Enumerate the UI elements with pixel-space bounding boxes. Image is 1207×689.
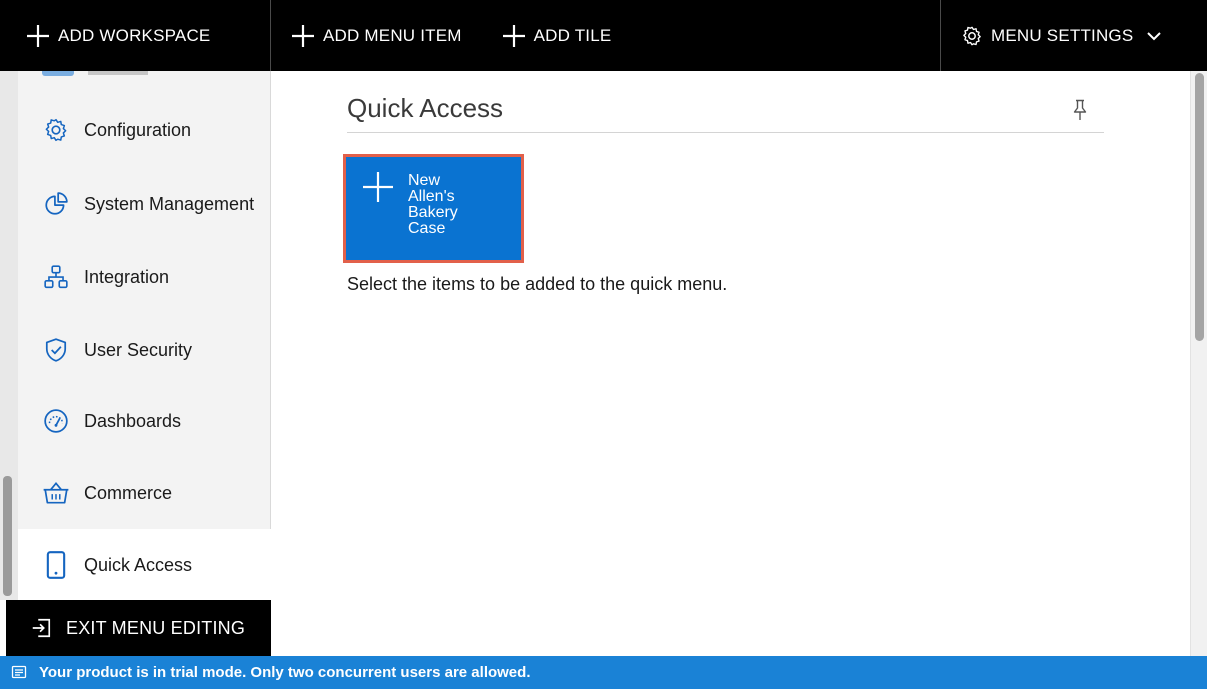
plus-icon — [292, 24, 314, 47]
add-menu-item-button[interactable]: ADD MENU ITEM — [291, 0, 462, 71]
toolbar-actions: ADD MENU ITEM ADD TILE — [271, 0, 940, 71]
sidebar-item-label: Quick Access — [84, 554, 193, 575]
trial-notice-bar: Your product is in trial mode. Only two … — [0, 656, 1207, 689]
gear-icon — [45, 118, 67, 142]
main-panel: Quick Access New Allen's Bakery Case Sel… — [272, 71, 1190, 656]
sidebar-scrollbar[interactable] — [0, 71, 18, 600]
plus-icon — [27, 24, 49, 47]
pie-chart-icon — [45, 192, 68, 215]
gauge-icon — [44, 409, 68, 433]
sidebar-scrollbar-thumb[interactable] — [3, 476, 12, 596]
exit-menu-editing-button[interactable]: EXIT MENU EDITING — [6, 600, 271, 656]
sidebar-item-label: Commerce — [84, 482, 173, 503]
menu-settings-button[interactable]: MENU SETTINGS — [940, 0, 1207, 71]
add-tile-label: ADD TILE — [533, 25, 612, 45]
message-icon — [11, 665, 27, 678]
basket-icon — [43, 481, 69, 504]
main-scrollbar-thumb[interactable] — [1195, 73, 1204, 341]
pin-icon[interactable] — [1072, 99, 1088, 121]
shield-check-icon — [45, 338, 67, 362]
main-scrollbar[interactable] — [1190, 71, 1207, 656]
menu-settings-label: MENU SETTINGS — [991, 25, 1134, 45]
tile-label-line: Bakery — [408, 204, 458, 221]
tile-label-line: New — [408, 172, 441, 189]
add-workspace-label: ADD WORKSPACE — [58, 25, 211, 45]
page-title: Quick Access — [347, 93, 504, 123]
sidebar-item-user-security[interactable]: User Security — [18, 314, 270, 386]
gear-icon — [963, 26, 981, 45]
sidebar-item-label: Dashboards — [84, 410, 182, 431]
exit-icon — [32, 618, 51, 638]
sidebar: Configuration System Management Integrat… — [18, 71, 271, 600]
sidebar-item-quick-access[interactable]: Quick Access — [18, 529, 271, 601]
sidebar-item-partial[interactable] — [18, 71, 270, 81]
quick-access-tile[interactable]: New Allen's Bakery Case — [343, 154, 524, 263]
sidebar-item-dashboards[interactable]: Dashboards — [18, 385, 270, 457]
sidebar-item-label: System Management — [84, 193, 255, 214]
sidebar-item-configuration[interactable]: Configuration — [18, 94, 270, 166]
trial-notice-text: Your product is in trial mode. Only two … — [39, 664, 531, 681]
sidebar-item-label: User Security — [84, 339, 193, 360]
chevron-down-icon — [1147, 31, 1162, 40]
tile-label-line: Allen's — [408, 188, 455, 205]
instruction-text: Select the items to be added to the quic… — [347, 274, 728, 294]
add-tile-button[interactable]: ADD TILE — [502, 0, 612, 71]
top-toolbar: ADD WORKSPACE ADD MENU ITEM ADD TILE MEN… — [0, 0, 1207, 71]
exit-menu-editing-label: EXIT MENU EDITING — [66, 617, 246, 638]
mobile-icon — [46, 551, 66, 579]
sidebar-item-integration[interactable]: Integration — [18, 241, 270, 313]
network-icon — [44, 265, 68, 289]
tile-label-line: Case — [408, 220, 446, 237]
sidebar-item-commerce[interactable]: Commerce — [18, 457, 270, 529]
sidebar-active-region: Quick Access — [18, 529, 271, 601]
sidebar-item-system-management[interactable]: System Management — [18, 168, 270, 240]
plus-icon — [502, 24, 525, 47]
plus-icon — [363, 172, 393, 202]
title-divider — [347, 132, 1104, 133]
add-menu-item-label: ADD MENU ITEM — [323, 25, 462, 45]
sidebar-item-label: Configuration — [84, 119, 192, 140]
sidebar-item-label: Integration — [84, 266, 170, 287]
tile-label: New Allen's Bakery Case — [408, 173, 508, 237]
add-workspace-button[interactable]: ADD WORKSPACE — [0, 0, 271, 71]
